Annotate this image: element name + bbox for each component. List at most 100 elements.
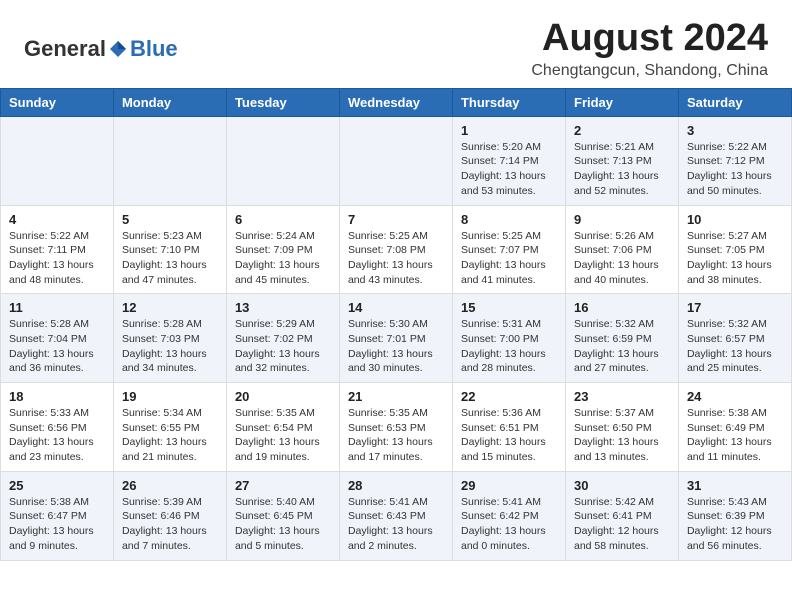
calendar-cell: 8 Sunrise: 5:25 AM Sunset: 7:07 PM Daylig… bbox=[452, 205, 565, 294]
calendar-cell: 25 Sunrise: 5:38 AM Sunset: 6:47 PM Dayli… bbox=[1, 471, 114, 560]
calendar-cell: 26 Sunrise: 5:39 AM Sunset: 6:46 PM Dayli… bbox=[113, 471, 226, 560]
calendar-cell: 23Sunrise: 5:37 AM Sunset: 6:50 PM Dayli… bbox=[566, 383, 679, 472]
day-info: Sunrise: 5:35 AM Sunset: 6:54 PM Dayligh… bbox=[235, 406, 331, 465]
calendar-cell: 4 Sunrise: 5:22 AM Sunset: 7:11 PM Daylig… bbox=[1, 205, 114, 294]
day-number: 7 bbox=[348, 212, 444, 227]
day-number: 21 bbox=[348, 389, 444, 404]
day-info: Sunrise: 5:36 AM Sunset: 6:51 PM Dayligh… bbox=[461, 406, 557, 465]
day-number: 26 bbox=[122, 478, 218, 493]
calendar-cell bbox=[113, 116, 226, 205]
calendar-cell: 12Sunrise: 5:28 AM Sunset: 7:03 PM Dayli… bbox=[113, 294, 226, 383]
day-info: Sunrise: 5:22 AM Sunset: 7:11 PM Dayligh… bbox=[9, 229, 105, 288]
day-info: Sunrise: 5:24 AM Sunset: 7:09 PM Dayligh… bbox=[235, 229, 331, 288]
day-info: Sunrise: 5:43 AM Sunset: 6:39 PM Dayligh… bbox=[687, 495, 783, 554]
day-number: 23 bbox=[574, 389, 670, 404]
main-title: August 2024 bbox=[531, 18, 768, 60]
day-info: Sunrise: 5:28 AM Sunset: 7:03 PM Dayligh… bbox=[122, 317, 218, 376]
day-number: 31 bbox=[687, 478, 783, 493]
calendar-cell: 19Sunrise: 5:34 AM Sunset: 6:55 PM Dayli… bbox=[113, 383, 226, 472]
calendar-cell: 3 Sunrise: 5:22 AM Sunset: 7:12 PM Daylig… bbox=[678, 116, 791, 205]
day-info: Sunrise: 5:25 AM Sunset: 7:08 PM Dayligh… bbox=[348, 229, 444, 288]
day-info: Sunrise: 5:33 AM Sunset: 6:56 PM Dayligh… bbox=[9, 406, 105, 465]
calendar-cell bbox=[226, 116, 339, 205]
calendar-cell: 31 Sunrise: 5:43 AM Sunset: 6:39 PM Dayli… bbox=[678, 471, 791, 560]
day-info: Sunrise: 5:21 AM Sunset: 7:13 PM Dayligh… bbox=[574, 140, 670, 199]
calendar-cell: 17Sunrise: 5:32 AM Sunset: 6:57 PM Dayli… bbox=[678, 294, 791, 383]
day-number: 24 bbox=[687, 389, 783, 404]
day-info: Sunrise: 5:32 AM Sunset: 6:59 PM Dayligh… bbox=[574, 317, 670, 376]
day-info: Sunrise: 5:26 AM Sunset: 7:06 PM Dayligh… bbox=[574, 229, 670, 288]
week-row-1: 1Sunrise: 5:20 AM Sunset: 7:14 PM Daylig… bbox=[1, 116, 792, 205]
calendar-cell: 24Sunrise: 5:38 AM Sunset: 6:49 PM Dayli… bbox=[678, 383, 791, 472]
day-number: 9 bbox=[574, 212, 670, 227]
day-number: 20 bbox=[235, 389, 331, 404]
day-info: Sunrise: 5:42 AM Sunset: 6:41 PM Dayligh… bbox=[574, 495, 670, 554]
day-number: 30 bbox=[574, 478, 670, 493]
day-info: Sunrise: 5:41 AM Sunset: 6:43 PM Dayligh… bbox=[348, 495, 444, 554]
day-info: Sunrise: 5:35 AM Sunset: 6:53 PM Dayligh… bbox=[348, 406, 444, 465]
weekday-header-saturday: Saturday bbox=[678, 88, 791, 116]
weekday-header-thursday: Thursday bbox=[452, 88, 565, 116]
calendar-cell bbox=[339, 116, 452, 205]
calendar-cell: 20 Sunrise: 5:35 AM Sunset: 6:54 PM Dayli… bbox=[226, 383, 339, 472]
title-section: August 2024 Chengtangcun, Shandong, Chin… bbox=[531, 18, 768, 80]
calendar-cell: 13 Sunrise: 5:29 AM Sunset: 7:02 PM Dayli… bbox=[226, 294, 339, 383]
day-number: 8 bbox=[461, 212, 557, 227]
day-number: 3 bbox=[687, 123, 783, 138]
day-info: Sunrise: 5:22 AM Sunset: 7:12 PM Dayligh… bbox=[687, 140, 783, 199]
day-number: 6 bbox=[235, 212, 331, 227]
day-info: Sunrise: 5:28 AM Sunset: 7:04 PM Dayligh… bbox=[9, 317, 105, 376]
logo-blue-text: Blue bbox=[130, 36, 178, 62]
week-row-4: 18Sunrise: 5:33 AM Sunset: 6:56 PM Dayli… bbox=[1, 383, 792, 472]
calendar-cell: 7 Sunrise: 5:25 AM Sunset: 7:08 PM Daylig… bbox=[339, 205, 452, 294]
calendar-table: SundayMondayTuesdayWednesdayThursdayFrid… bbox=[0, 88, 792, 561]
day-info: Sunrise: 5:41 AM Sunset: 6:42 PM Dayligh… bbox=[461, 495, 557, 554]
day-info: Sunrise: 5:25 AM Sunset: 7:07 PM Dayligh… bbox=[461, 229, 557, 288]
day-info: Sunrise: 5:40 AM Sunset: 6:45 PM Dayligh… bbox=[235, 495, 331, 554]
calendar-cell: 18Sunrise: 5:33 AM Sunset: 6:56 PM Dayli… bbox=[1, 383, 114, 472]
calendar-cell: 27 Sunrise: 5:40 AM Sunset: 6:45 PM Dayli… bbox=[226, 471, 339, 560]
day-info: Sunrise: 5:31 AM Sunset: 7:00 PM Dayligh… bbox=[461, 317, 557, 376]
calendar-cell: 16 Sunrise: 5:32 AM Sunset: 6:59 PM Dayli… bbox=[566, 294, 679, 383]
weekday-header-sunday: Sunday bbox=[1, 88, 114, 116]
day-number: 5 bbox=[122, 212, 218, 227]
calendar-cell: 15 Sunrise: 5:31 AM Sunset: 7:00 PM Dayli… bbox=[452, 294, 565, 383]
day-info: Sunrise: 5:23 AM Sunset: 7:10 PM Dayligh… bbox=[122, 229, 218, 288]
calendar-cell: 30 Sunrise: 5:42 AM Sunset: 6:41 PM Dayli… bbox=[566, 471, 679, 560]
logo-icon bbox=[108, 39, 128, 59]
week-row-2: 4 Sunrise: 5:22 AM Sunset: 7:11 PM Daylig… bbox=[1, 205, 792, 294]
day-number: 27 bbox=[235, 478, 331, 493]
day-number: 15 bbox=[461, 300, 557, 315]
day-info: Sunrise: 5:34 AM Sunset: 6:55 PM Dayligh… bbox=[122, 406, 218, 465]
weekday-header-wednesday: Wednesday bbox=[339, 88, 452, 116]
subtitle: Chengtangcun, Shandong, China bbox=[531, 62, 768, 80]
calendar-cell: 29Sunrise: 5:41 AM Sunset: 6:42 PM Dayli… bbox=[452, 471, 565, 560]
day-number: 14 bbox=[348, 300, 444, 315]
day-info: Sunrise: 5:39 AM Sunset: 6:46 PM Dayligh… bbox=[122, 495, 218, 554]
day-number: 11 bbox=[9, 300, 105, 315]
day-number: 22 bbox=[461, 389, 557, 404]
calendar-cell: 6 Sunrise: 5:24 AM Sunset: 7:09 PM Daylig… bbox=[226, 205, 339, 294]
calendar-cell: 22 Sunrise: 5:36 AM Sunset: 6:51 PM Dayli… bbox=[452, 383, 565, 472]
day-info: Sunrise: 5:32 AM Sunset: 6:57 PM Dayligh… bbox=[687, 317, 783, 376]
day-info: Sunrise: 5:29 AM Sunset: 7:02 PM Dayligh… bbox=[235, 317, 331, 376]
calendar-cell: 1Sunrise: 5:20 AM Sunset: 7:14 PM Daylig… bbox=[452, 116, 565, 205]
day-number: 10 bbox=[687, 212, 783, 227]
week-row-3: 11 Sunrise: 5:28 AM Sunset: 7:04 PM Dayli… bbox=[1, 294, 792, 383]
weekday-header-tuesday: Tuesday bbox=[226, 88, 339, 116]
logo: General Blue bbox=[24, 36, 178, 62]
day-number: 28 bbox=[348, 478, 444, 493]
calendar-cell: 11 Sunrise: 5:28 AM Sunset: 7:04 PM Dayli… bbox=[1, 294, 114, 383]
day-number: 4 bbox=[9, 212, 105, 227]
day-number: 2 bbox=[574, 123, 670, 138]
day-info: Sunrise: 5:38 AM Sunset: 6:47 PM Dayligh… bbox=[9, 495, 105, 554]
day-info: Sunrise: 5:30 AM Sunset: 7:01 PM Dayligh… bbox=[348, 317, 444, 376]
weekday-header-friday: Friday bbox=[566, 88, 679, 116]
day-number: 25 bbox=[9, 478, 105, 493]
week-row-5: 25 Sunrise: 5:38 AM Sunset: 6:47 PM Dayli… bbox=[1, 471, 792, 560]
day-info: Sunrise: 5:20 AM Sunset: 7:14 PM Dayligh… bbox=[461, 140, 557, 199]
day-info: Sunrise: 5:27 AM Sunset: 7:05 PM Dayligh… bbox=[687, 229, 783, 288]
day-number: 13 bbox=[235, 300, 331, 315]
calendar-cell: 28 Sunrise: 5:41 AM Sunset: 6:43 PM Dayli… bbox=[339, 471, 452, 560]
day-number: 16 bbox=[574, 300, 670, 315]
